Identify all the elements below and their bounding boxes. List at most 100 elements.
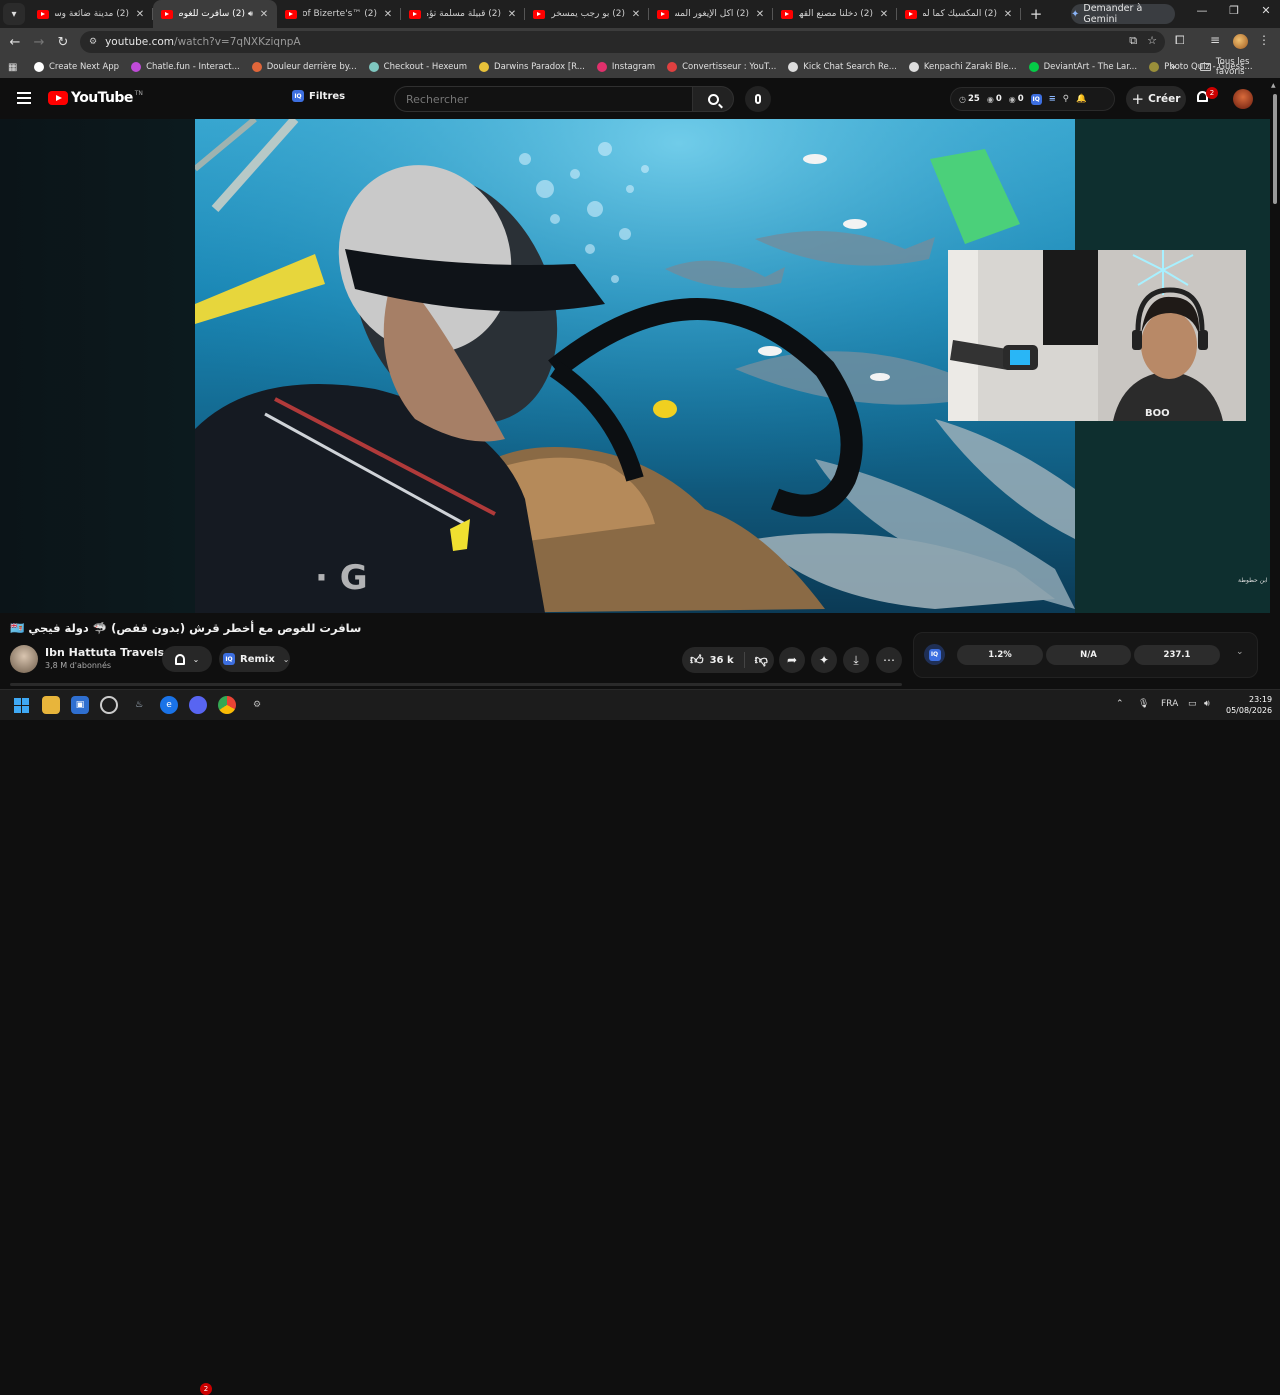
filters-button[interactable]: IQ Filtres <box>292 90 345 102</box>
browser-tab[interactable]: (2) ™One of Bizerte's ✕ <box>277 0 401 28</box>
youtube-favicon-icon <box>905 9 917 19</box>
svg-text:BOO: BOO <box>1145 408 1170 419</box>
reload-icon[interactable]: ↻ <box>51 35 75 50</box>
download-button[interactable]: ⤓ <box>843 647 869 673</box>
tab-title: (2) أكل الإيغور المسلم <box>675 9 749 19</box>
bookmark-item[interactable]: DeviantArt - The Lar... <box>1028 62 1137 72</box>
tab-search-icon[interactable]: ▾ <box>3 3 25 25</box>
tab-close-icon[interactable]: ✕ <box>381 9 395 20</box>
more-bookmarks-icon[interactable]: » <box>1170 62 1176 73</box>
create-button[interactable]: + Créer <box>1126 86 1186 112</box>
tab-close-icon[interactable]: ✕ <box>133 9 147 20</box>
tab-close-icon[interactable]: ✕ <box>629 9 643 20</box>
site-info-icon[interactable]: ⚙ <box>89 37 97 47</box>
stat-eye-1-value: 0 <box>995 94 1002 104</box>
voice-search-button[interactable] <box>745 86 771 112</box>
settings-gear-icon[interactable]: ⚙ <box>248 696 266 714</box>
stat-eye-2-value: 0 <box>1017 94 1024 104</box>
chrome-icon[interactable] <box>218 696 236 714</box>
search-button[interactable] <box>692 86 734 112</box>
language-indicator[interactable]: FRA <box>1161 699 1178 709</box>
extension-stats[interactable]: ◷ 25 ◉ 0 ◉ 0 IQ ≡ ⚲ 🔔 <box>950 87 1115 111</box>
browser-tab[interactable]: (2) المكسيك كما لم تر ✕ <box>897 0 1021 28</box>
windows-start-icon[interactable] <box>12 696 30 714</box>
close-window-icon[interactable]: ✕ <box>1256 4 1276 17</box>
remix-button[interactable]: IQ Remix ⌄ <box>219 646 290 672</box>
discord-icon[interactable] <box>189 696 207 714</box>
store-icon[interactable]: ▣ <box>71 696 89 714</box>
address-bar[interactable]: ⚙ youtube.com/watch?v=7qNXKziqnpA ⧉ ☆ <box>80 31 1165 53</box>
github-icon[interactable] <box>100 696 118 714</box>
channel-name[interactable]: Ibn Hattuta Travels <box>45 646 177 659</box>
bookmark-item[interactable]: Instagram <box>596 62 655 72</box>
all-bookmarks[interactable]: Tous les favoris <box>1200 57 1280 77</box>
like-button[interactable]: 👍︎ 36 k <box>682 652 745 668</box>
bookmark-item[interactable]: Create Next App <box>34 62 119 72</box>
scrollbar-thumb[interactable] <box>1273 94 1277 204</box>
audio-playing-icon[interactable]: 🔊︎ <box>248 9 253 19</box>
cast-icon[interactable]: ⧉ <box>1129 34 1137 48</box>
video-player[interactable]: · G <box>195 119 1075 613</box>
iq-logo[interactable]: IQ <box>924 644 945 665</box>
bookmark-label: Checkout - Hexeum <box>383 62 468 72</box>
subscription-bell-button[interactable]: ⌄ <box>162 646 212 672</box>
alert-icon[interactable]: 🔔 <box>1076 94 1087 104</box>
extensions-icon[interactable]: ⧠ <box>1175 33 1185 48</box>
steam-icon[interactable]: ♨ <box>130 696 148 714</box>
browser-tab[interactable]: (2) مدينة ضائعة وسط ✕ <box>29 0 153 28</box>
youtube-favicon-icon <box>409 9 421 19</box>
menu-icon[interactable] <box>17 92 31 104</box>
browser-tab[interactable]: (2) بو رجب يمسخر الد ✕ <box>525 0 649 28</box>
bookmark-item[interactable]: Checkout - Hexeum <box>368 62 468 72</box>
browser-tab[interactable]: (2) أكل الإيغور المسلم ✕ <box>649 0 773 28</box>
bookmark-star-icon[interactable]: ☆ <box>1147 34 1157 48</box>
bookmark-item[interactable]: Kick Chat Search Re... <box>788 62 897 72</box>
channel-avatar[interactable] <box>10 645 38 673</box>
list-icon[interactable]: ≡ <box>1049 94 1056 104</box>
webcam-overlay: BOO <box>948 250 1246 421</box>
bookmark-item[interactable]: Douleur derrière by... <box>251 62 357 72</box>
scroll-up-icon[interactable]: ▲ <box>1271 82 1276 89</box>
new-tab-button[interactable]: + <box>1025 5 1047 23</box>
profile-avatar[interactable] <box>1233 34 1248 49</box>
tab-close-icon[interactable]: ✕ <box>1001 9 1015 20</box>
forward-icon[interactable]: → <box>27 35 51 50</box>
gemini-button[interactable]: ✦ Demander à Gemini <box>1071 3 1175 25</box>
volume-icon[interactable]: 🔊︎ <box>1204 699 1210 709</box>
minimize-icon[interactable]: — <box>1192 4 1212 17</box>
restore-icon[interactable]: ❐ <box>1224 4 1244 17</box>
search-input[interactable] <box>394 86 692 112</box>
edge-icon[interactable]: e <box>160 696 178 714</box>
tab-close-icon[interactable]: ✕ <box>753 9 767 20</box>
ask-button[interactable]: ✦ <box>811 647 837 673</box>
expand-chevron-icon[interactable]: ⌄ <box>1236 647 1244 657</box>
tab-close-icon[interactable]: ✕ <box>505 9 519 20</box>
back-icon[interactable]: ← <box>3 35 27 50</box>
user-avatar[interactable] <box>1233 89 1253 109</box>
bookmark-favicon-icon <box>479 62 490 72</box>
system-clock[interactable]: 23:19 05/08/2026 <box>1226 694 1272 716</box>
network-icon[interactable]: ▭ <box>1188 699 1197 709</box>
file-explorer-icon[interactable] <box>42 696 60 714</box>
more-actions-button[interactable]: ⋯ <box>876 647 902 673</box>
bookmark-item[interactable]: Kenpachi Zaraki Ble... <box>908 62 1017 72</box>
tray-mic-icon[interactable]: 🎙︎ <box>1138 699 1149 709</box>
browser-menu-icon[interactable]: ⋮ <box>1258 33 1270 47</box>
tab-close-icon[interactable]: ✕ <box>877 9 891 20</box>
browser-tab[interactable]: (2) سافرت للغوص 🔊︎ ✕ <box>153 0 277 28</box>
youtube-logo[interactable]: YouTube TN <box>48 90 143 106</box>
dislike-button[interactable]: 👎︎ <box>745 653 768 668</box>
bookmark-item[interactable]: Chatle.fun - Interact... <box>131 62 240 72</box>
media-icon[interactable]: ≡ <box>1210 33 1220 47</box>
share-button[interactable]: ➦ <box>779 647 805 673</box>
tab-close-icon[interactable]: ✕ <box>257 9 271 20</box>
analytics-icon[interactable]: ⚲ <box>1063 94 1069 104</box>
browser-tab[interactable]: (2) قبيلة مسلمة تؤمن ✕ <box>401 0 525 28</box>
page-scrollbar[interactable]: ▲ <box>1270 80 1280 680</box>
apps-grid-icon[interactable]: ▦ <box>8 62 22 73</box>
bookmark-item[interactable]: Darwins Paradox [R... <box>479 62 585 72</box>
mic-icon <box>755 94 761 104</box>
tray-chevron-icon[interactable]: ⌃ <box>1116 699 1124 709</box>
bookmark-item[interactable]: Convertisseur : YouT... <box>667 62 776 72</box>
browser-tab[interactable]: (2) دخلنا مصنع القهوة ✕ <box>773 0 897 28</box>
